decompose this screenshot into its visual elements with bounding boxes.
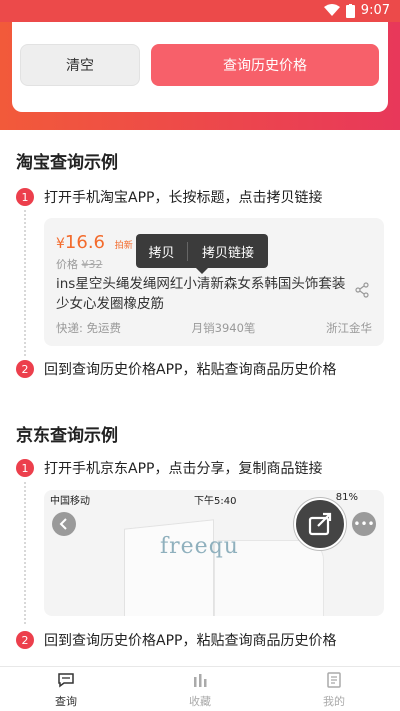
step-number-badge: 2 (16, 360, 34, 378)
step-number-badge: 2 (16, 631, 34, 649)
tab-mine[interactable]: 我的 (304, 671, 364, 709)
status-bar: 9:07 (0, 0, 400, 22)
taobao-step-1-text: 打开手机淘宝APP，长按标题，点击拷贝链接 (44, 190, 323, 206)
product-title: ins星空头绳发绳网红小清新森女系韩国头饰套装少女心发圈橡皮筋 (56, 276, 346, 312)
chat-bubble-icon (58, 673, 74, 688)
more-icon: ••• (352, 512, 376, 536)
jd-step-2: 2 回到查询历史价格APP，粘贴查询商品历史价格 (16, 630, 336, 650)
jd-step-1: 1 打开手机京东APP，点击分享，复制商品链接 (16, 458, 322, 478)
shipping-text: 快递: 免运费 (56, 321, 122, 335)
jd-example-card: 中国移动 下午5:40 81% freequ ••• (44, 490, 384, 616)
battery-icon (345, 3, 355, 18)
copy-option: 拷贝 (136, 241, 188, 261)
taobao-step-2: 2 回到查询历史价格APP，粘贴查询商品历史价格 (16, 359, 336, 379)
share-icon (355, 282, 369, 298)
tab-query[interactable]: 查询 (36, 671, 96, 709)
step-number-badge: 1 (16, 188, 34, 206)
jd-step-1-text: 打开手机京东APP，点击分享，复制商品链接 (44, 461, 323, 477)
sales-text: 月销3940笔 (191, 321, 256, 335)
taobao-section-title: 淘宝查询示例 (16, 153, 118, 173)
jd-section-title: 京东查询示例 (16, 426, 118, 446)
tab-favorites-label: 收藏 (189, 695, 211, 708)
jd-step-2-text: 回到查询历史价格APP，粘贴查询商品历史价格 (44, 633, 337, 649)
examples-content[interactable]: 淘宝查询示例 1 打开手机淘宝APP，长按标题，点击拷贝链接 ¥16.6 拍新 … (0, 130, 400, 666)
price: ¥16.6 拍新 (56, 232, 133, 253)
product-meta: 快递: 免运费 月销3940笔 浙江金华 (56, 320, 372, 336)
timeline-dots (24, 210, 26, 356)
step-number-badge: 1 (16, 459, 34, 477)
location-text: 浙江金华 (326, 321, 372, 335)
original-price: 价格 ¥32 (56, 258, 103, 271)
badge: 拍新 (114, 241, 133, 251)
back-icon (52, 512, 76, 536)
taobao-step-2-text: 回到查询历史价格APP，粘贴查询商品历史价格 (44, 362, 337, 378)
share-icon (294, 498, 346, 550)
status-time: 9:07 (360, 3, 390, 18)
product-brand-text: freequ (160, 534, 239, 559)
tab-mine-label: 我的 (323, 695, 345, 708)
profile-card-icon (327, 672, 341, 688)
query-panel: 清空 查询历史价格 (12, 22, 388, 112)
bottom-tab-bar: 查询 收藏 我的 (0, 666, 400, 711)
tab-favorites[interactable]: 收藏 (170, 671, 230, 709)
timeline-dots (24, 482, 26, 624)
query-history-price-button[interactable]: 查询历史价格 (151, 44, 379, 86)
tab-query-label: 查询 (55, 695, 77, 708)
bar-chart-icon (194, 674, 207, 687)
wifi-icon (323, 4, 340, 16)
clear-button[interactable]: 清空 (20, 44, 140, 86)
popup-arrow (196, 268, 208, 274)
taobao-step-1: 1 打开手机淘宝APP，长按标题，点击拷贝链接 (16, 187, 322, 207)
copy-link-option: 拷贝链接 (201, 245, 254, 261)
copy-popup: 拷贝 拷贝链接 (136, 234, 268, 274)
